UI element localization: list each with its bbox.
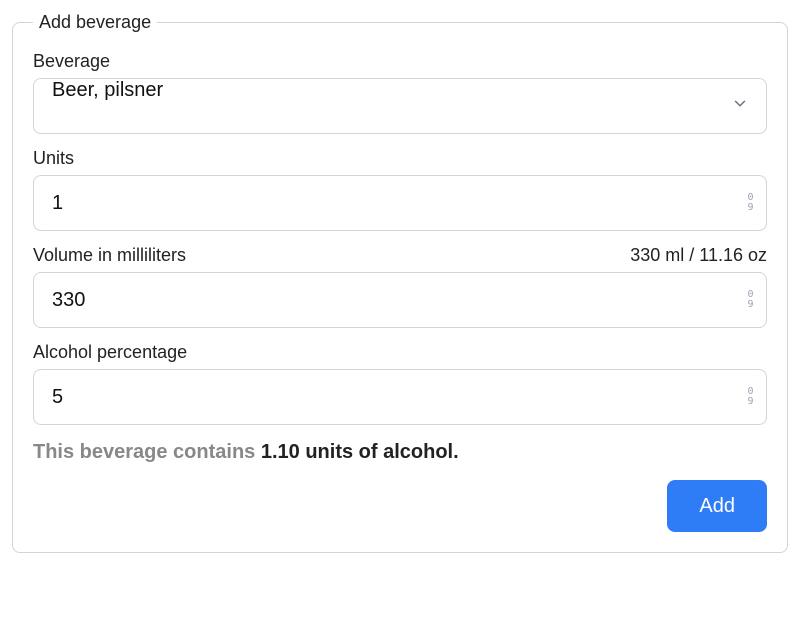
alcohol-label: Alcohol percentage [33,342,187,363]
units-label: Units [33,148,74,169]
beverage-select[interactable]: Beer, pilsner [33,78,767,134]
add-beverage-fieldset: Add beverage Beverage Beer, pilsner Unit… [12,12,788,553]
alcohol-input[interactable] [33,369,767,425]
beverage-value: Beer, pilsner [52,79,163,101]
alcohol-units-summary: This beverage contains 1.10 units of alc… [33,441,767,464]
beverage-label: Beverage [33,51,110,72]
units-input[interactable] [33,175,767,231]
summary-value: 1.10 units of alcohol. [261,441,459,463]
volume-field: Volume in milliliters 330 ml / 11.16 oz … [33,245,767,328]
summary-prefix: This beverage contains [33,441,261,463]
fieldset-legend: Add beverage [33,12,157,33]
volume-input[interactable] [33,272,767,328]
volume-label: Volume in milliliters [33,245,186,266]
add-button[interactable]: Add [667,480,767,532]
form-actions: Add [33,480,767,532]
units-field: Units 0 9 [33,148,767,231]
alcohol-field: Alcohol percentage 0 9 [33,342,767,425]
beverage-field: Beverage Beer, pilsner [33,51,767,134]
volume-hint: 330 ml / 11.16 oz [630,245,767,266]
